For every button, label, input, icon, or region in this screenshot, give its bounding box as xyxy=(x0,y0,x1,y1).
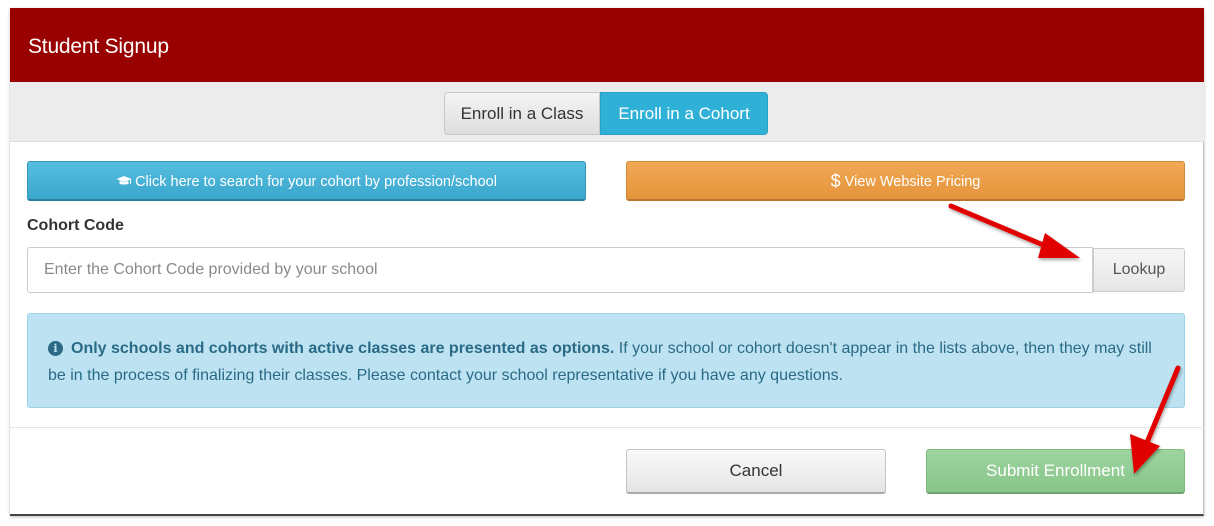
submit-enrollment-button[interactable]: Submit Enrollment xyxy=(926,449,1185,494)
cohort-code-input[interactable] xyxy=(27,247,1093,293)
cohort-code-label: Cohort Code xyxy=(27,217,124,234)
search-cohort-label: Click here to search for your cohort by … xyxy=(135,174,497,190)
alert-strong-text: Only schools and cohorts with active cla… xyxy=(71,340,615,357)
search-cohort-button[interactable]: Click here to search for your cohort by … xyxy=(27,161,586,201)
info-icon: i xyxy=(48,341,63,356)
tab-enroll-class[interactable]: Enroll in a Class xyxy=(444,92,600,135)
info-alert: i Only schools and cohorts with active cl… xyxy=(27,313,1185,408)
graduation-cap-icon xyxy=(116,162,132,200)
modal-header: Student Signup xyxy=(10,8,1204,82)
modal-title: Student Signup xyxy=(28,35,169,58)
view-pricing-label: View Website Pricing xyxy=(844,174,981,190)
footer-divider xyxy=(10,427,1204,428)
cancel-button[interactable]: Cancel xyxy=(626,449,886,494)
enroll-tabbar: Enroll in a Class Enroll in a Cohort xyxy=(10,82,1204,142)
student-signup-modal: Student Signup Enroll in a Class Enroll … xyxy=(10,8,1204,516)
lookup-button[interactable]: Lookup xyxy=(1093,248,1185,292)
view-pricing-button[interactable]: $ View Website Pricing xyxy=(626,161,1185,201)
tab-enroll-cohort[interactable]: Enroll in a Cohort xyxy=(600,92,768,135)
dollar-icon: $ xyxy=(830,171,841,191)
